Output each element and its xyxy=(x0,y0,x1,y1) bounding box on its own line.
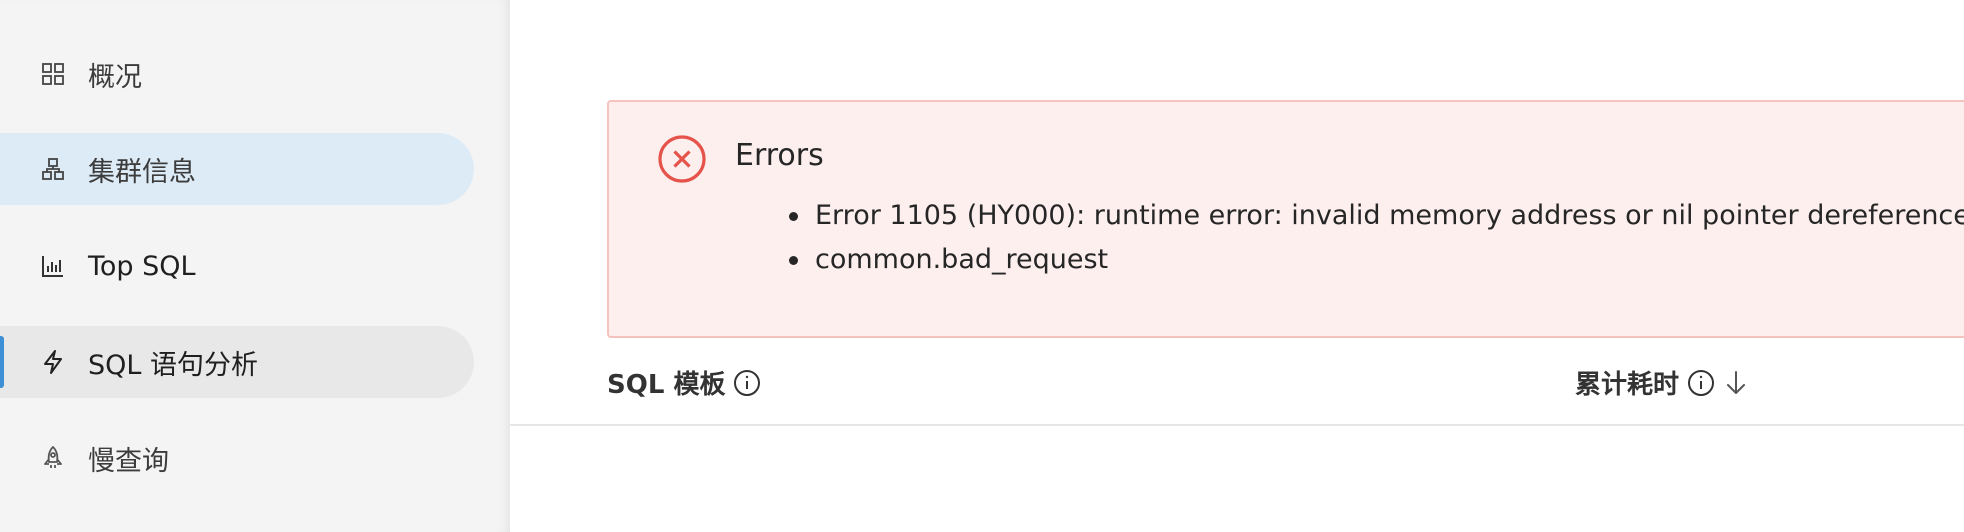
column-header-sql-template[interactable]: SQL 模板 xyxy=(607,364,761,401)
alert-message-list: Error 1105 (HY000): runtime error: inval… xyxy=(789,194,1964,282)
alert-message-text: common.bad_request xyxy=(815,244,1109,275)
app: 概况 集群信息 Top SQL SQL 语句分析 慢查询 Errors Erro… xyxy=(0,0,1964,532)
sidebar: 概况 集群信息 Top SQL SQL 语句分析 慢查询 xyxy=(0,0,510,532)
alert-message-text: Error 1105 (HY000): runtime error: inval… xyxy=(815,200,1964,231)
sidebar-item-label: Top SQL xyxy=(88,250,196,282)
main-content: Errors Error 1105 (HY000): runtime error… xyxy=(510,0,1964,532)
lightning-icon xyxy=(40,349,66,375)
bullet xyxy=(789,256,798,265)
cluster-icon xyxy=(40,156,66,182)
sidebar-item-cluster-info[interactable]: 集群信息 xyxy=(0,133,474,205)
active-indicator xyxy=(0,336,4,388)
info-icon[interactable] xyxy=(1687,369,1715,397)
sidebar-item-overview[interactable]: 概况 xyxy=(0,38,474,110)
bullet xyxy=(789,212,798,221)
sidebar-item-label: SQL 语句分析 xyxy=(88,349,259,381)
column-header-label: SQL 模板 xyxy=(607,370,726,400)
rocket-icon xyxy=(40,445,66,471)
sidebar-item-sql-statements[interactable]: SQL 语句分析 xyxy=(0,326,474,398)
alert-message: Error 1105 (HY000): runtime error: inval… xyxy=(789,194,1964,238)
alert-title: Errors xyxy=(735,138,824,173)
alert-message: common.bad_request xyxy=(789,238,1964,282)
error-circle-icon xyxy=(657,134,707,184)
sidebar-item-label: 概况 xyxy=(88,61,142,93)
column-header-total-latency[interactable]: 累计耗时 xyxy=(1575,364,1749,401)
bar-chart-icon xyxy=(40,253,66,279)
info-icon[interactable] xyxy=(733,369,761,397)
column-header-label: 累计耗时 xyxy=(1575,370,1680,400)
sidebar-item-top-sql[interactable]: Top SQL xyxy=(0,230,474,302)
error-alert: Errors Error 1105 (HY000): runtime error… xyxy=(607,100,1964,338)
dashboard-grid-icon xyxy=(40,61,66,87)
sidebar-item-label: 慢查询 xyxy=(88,445,169,477)
sort-descending-icon[interactable] xyxy=(1723,369,1749,397)
table-header: SQL 模板 累计耗时 xyxy=(510,340,1964,426)
sidebar-item-slow-query[interactable]: 慢查询 xyxy=(0,422,474,494)
sidebar-item-label: 集群信息 xyxy=(88,156,196,188)
